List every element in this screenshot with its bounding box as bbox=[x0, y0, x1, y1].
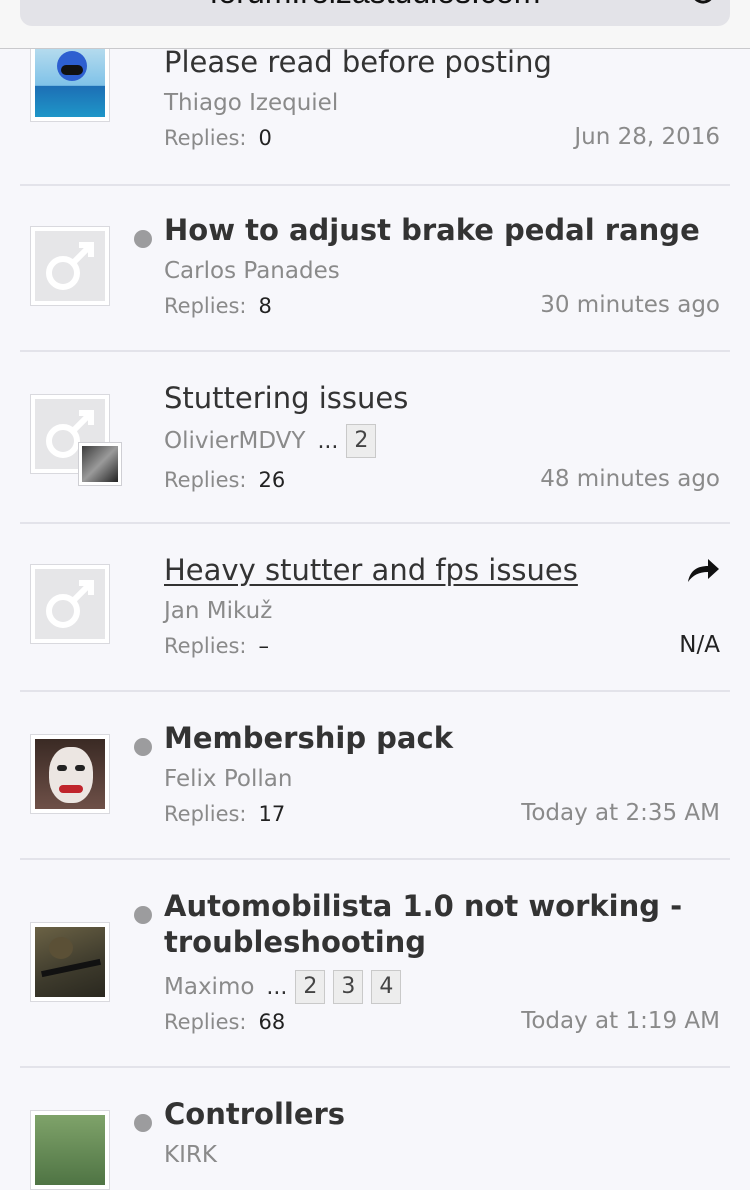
male-placeholder-icon bbox=[46, 242, 94, 290]
page-link[interactable]: 2 bbox=[346, 424, 377, 458]
male-placeholder-icon bbox=[46, 580, 94, 628]
page-ellipsis: ... bbox=[317, 428, 339, 454]
thread-author[interactable]: Carlos Panades bbox=[164, 258, 340, 284]
thread-title[interactable]: Stuttering issues bbox=[164, 380, 720, 416]
address-field[interactable]: forum.reizastudios.com bbox=[20, 0, 730, 26]
unread-indicator-icon bbox=[134, 738, 152, 756]
author-name[interactable]: KIRK bbox=[164, 1142, 217, 1168]
thread-row[interactable]: How to adjust brake pedal range Carlos P… bbox=[20, 186, 730, 352]
thread-title[interactable]: How to adjust brake pedal range bbox=[164, 212, 720, 248]
page-ellipsis: ... bbox=[266, 974, 288, 1000]
author-name[interactable]: Jan Mikuž bbox=[164, 598, 272, 624]
replies-count: 17 bbox=[258, 802, 286, 826]
unread-indicator-icon bbox=[134, 1114, 152, 1132]
replies-label: Replies: bbox=[164, 634, 247, 658]
replies-label: Replies: bbox=[164, 126, 247, 150]
last-post-date[interactable]: Today at 1:19 AM bbox=[521, 1008, 720, 1034]
thread-row[interactable]: Heavy stutter and fps issues Jan Mikuž R… bbox=[20, 524, 730, 692]
thread-author: OlivierMDVY ... 2 bbox=[164, 424, 377, 458]
replies-count: 26 bbox=[258, 468, 286, 492]
share-arrow-icon[interactable] bbox=[686, 556, 720, 584]
thread-stats: Replies: 26 bbox=[164, 468, 285, 492]
last-post-date[interactable]: 30 minutes ago bbox=[540, 292, 720, 318]
avatar[interactable] bbox=[30, 42, 110, 122]
replies-count: 8 bbox=[258, 294, 272, 318]
author-name[interactable]: Carlos Panades bbox=[164, 258, 340, 284]
page-link[interactable]: 2 bbox=[295, 970, 326, 1004]
thread-title-line[interactable]: Automobilista 1.0 not working - bbox=[164, 888, 720, 924]
avatar[interactable] bbox=[30, 564, 110, 644]
last-post-date[interactable]: N/A bbox=[679, 632, 720, 658]
replies-count: 68 bbox=[258, 1010, 286, 1034]
last-post-date[interactable]: 48 minutes ago bbox=[540, 466, 720, 492]
replies-label: Replies: bbox=[164, 802, 247, 826]
reload-icon[interactable] bbox=[690, 0, 716, 6]
thread-author[interactable]: Thiago Izequiel bbox=[164, 90, 338, 116]
avatar[interactable] bbox=[30, 734, 110, 814]
thread-stats: Replies: 17 bbox=[164, 802, 285, 826]
thread-stats: Replies: 0 bbox=[164, 126, 272, 150]
thread-row[interactable]: Membership pack Felix Pollan Replies: 17 … bbox=[20, 692, 730, 860]
thread-author: Maximo ... 2 3 4 bbox=[164, 970, 402, 1004]
avatar[interactable] bbox=[30, 922, 110, 1002]
thread-title[interactable]: Please read before posting bbox=[164, 44, 720, 80]
avatar[interactable] bbox=[30, 1110, 110, 1190]
thread-author[interactable]: Felix Pollan bbox=[164, 766, 292, 792]
page-link[interactable]: 4 bbox=[371, 970, 402, 1004]
thread-title-line[interactable]: troubleshooting bbox=[164, 924, 720, 960]
thread-stats: Replies: 68 bbox=[164, 1010, 285, 1034]
replies-count: 0 bbox=[258, 126, 272, 150]
thread-title[interactable]: Controllers bbox=[164, 1096, 720, 1132]
avatar[interactable] bbox=[30, 226, 110, 306]
unread-indicator-icon bbox=[134, 230, 152, 248]
thread-stats: Replies: – bbox=[164, 634, 269, 658]
thread-author[interactable]: KIRK bbox=[164, 1142, 217, 1168]
thread-title[interactable]: Automobilista 1.0 not working - troubles… bbox=[164, 888, 720, 960]
page-link[interactable]: 3 bbox=[333, 970, 364, 1004]
replies-label: Replies: bbox=[164, 1010, 247, 1034]
unread-indicator-icon bbox=[134, 906, 152, 924]
thread-author[interactable]: Jan Mikuž bbox=[164, 598, 272, 624]
author-name[interactable]: Thiago Izequiel bbox=[164, 90, 338, 116]
browser-url-bar: forum.reizastudios.com bbox=[0, 0, 750, 49]
author-name[interactable]: Felix Pollan bbox=[164, 766, 292, 792]
last-poster-avatar[interactable] bbox=[78, 442, 122, 486]
thread-title[interactable]: Membership pack bbox=[164, 720, 720, 756]
replies-label: Replies: bbox=[164, 294, 247, 318]
replies-label: Replies: bbox=[164, 468, 247, 492]
replies-count: – bbox=[258, 634, 270, 658]
url-text: forum.reizastudios.com bbox=[20, 0, 730, 11]
thread-title[interactable]: Heavy stutter and fps issues bbox=[164, 552, 670, 588]
last-post-date[interactable]: Today at 2:35 AM bbox=[521, 800, 720, 826]
thread-row[interactable]: Automobilista 1.0 not working - troubles… bbox=[20, 860, 730, 1068]
thread-row[interactable]: Controllers KIRK bbox=[20, 1068, 730, 1190]
thread-stats: Replies: 8 bbox=[164, 294, 272, 318]
thread-row[interactable]: Stuttering issues OlivierMDVY ... 2 Repl… bbox=[20, 352, 730, 524]
author-name[interactable]: Maximo bbox=[164, 974, 254, 1000]
author-name[interactable]: OlivierMDVY bbox=[164, 428, 305, 454]
last-post-date[interactable]: Jun 28, 2016 bbox=[574, 124, 720, 150]
